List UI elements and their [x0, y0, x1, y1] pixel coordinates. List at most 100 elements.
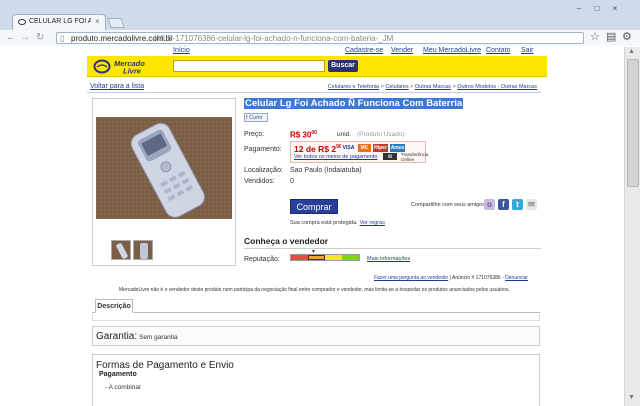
new-tab-button[interactable] [107, 18, 125, 28]
bookmark-star-icon[interactable]: ☆ [590, 31, 600, 44]
search-input[interactable] [173, 60, 325, 72]
reputation-segment-green [342, 255, 359, 260]
breadcrumb-item[interactable]: Outros Modelos - Outras Marcas [457, 84, 537, 90]
photo-thumbnail[interactable] [133, 240, 153, 260]
reputation-segment-yellow [325, 255, 342, 260]
search-button[interactable]: Buscar [328, 60, 358, 72]
url-path: /MLB-171076386-celular-lg-foi-achado-n-f… [154, 34, 394, 43]
tab-close-icon[interactable]: × [95, 17, 100, 26]
price-label: Preço: [244, 131, 265, 138]
product-gallery [92, 98, 236, 266]
warranty-title: Garantia: [96, 331, 138, 342]
tab-title: CELULAR LG FOI ACHADO [29, 18, 91, 25]
description-tabs: Descrição [92, 297, 540, 313]
facebook-share-icon[interactable]: f [498, 199, 509, 210]
buy-button[interactable]: Comprar [290, 199, 338, 214]
payment-box: 12 de R$ 290 Ver todos os meios de pagam… [290, 141, 429, 163]
price-condition: (Produto Usado) [357, 131, 405, 138]
reputation-label: Reputação: [244, 256, 280, 263]
browser-tab[interactable]: CELULAR LG FOI ACHADO × [12, 14, 106, 30]
warranty-section: Garantia: Sem garantia [92, 326, 540, 346]
payment-methods-link[interactable]: Ver todos os meios de pagamento [294, 154, 377, 160]
nav-sell[interactable]: Vender [391, 47, 413, 54]
breadcrumb-separator: > [410, 84, 414, 90]
nav-home[interactable]: Início [173, 47, 190, 54]
wrench-icon[interactable]: ⚙ [622, 31, 632, 44]
divider [244, 248, 541, 249]
breadcrumb-item[interactable]: Outras Marcas [415, 84, 451, 90]
purchase-protection: Sua compra está protegida. Ver regras [290, 220, 385, 226]
breadcrumb-item[interactable]: Celulares [385, 84, 408, 90]
product-photo[interactable] [96, 117, 232, 219]
price-cents: 00 [311, 130, 317, 136]
hipercard-icon: Hiper [373, 144, 388, 152]
installments-main: 12 de R$ 2 [294, 144, 337, 154]
page-menu-icon[interactable]: ▤ [606, 31, 616, 44]
facebook-like-button[interactable]: f Curtir [244, 113, 268, 122]
transfer-label: Transferência Online [401, 152, 429, 162]
scroll-down-icon[interactable]: ▼ [628, 394, 635, 401]
browser-toolbar: ← → ↻ ▯ produto.mercadolivre.com.br /MLB… [0, 30, 640, 46]
logo-text-2: Livre [123, 67, 141, 76]
payment-shipping-section: Formas de Pagamento e Envio Pagamento - … [92, 354, 540, 406]
breadcrumb: Celulares e Telefonia > Celulares > Outr… [328, 84, 537, 90]
breadcrumb-separator: > [380, 84, 384, 90]
share-label: Compartilhe com seus amigos: [411, 202, 487, 208]
sold-value: 0 [290, 178, 294, 185]
product-title: Celular Lg Foi Achado Ñ Funciona Com Bat… [244, 98, 464, 109]
nav-contact[interactable]: Contato [486, 47, 511, 54]
location-value: Sao Paulo (Indaiatuba) [290, 167, 362, 174]
reputation-bar [290, 254, 360, 261]
breadcrumb-item[interactable]: Celulares e Telefonia [328, 84, 379, 90]
forward-arrow-icon[interactable]: → [20, 32, 30, 44]
price-unit: unid. [337, 131, 352, 138]
rules-link[interactable]: Ver regras [360, 220, 385, 226]
address-bar[interactable]: ▯ produto.mercadolivre.com.br /MLB-17107… [56, 32, 584, 44]
bank-slip-icon: |||| [383, 153, 397, 160]
payment-shipping-title: Formas de Pagamento e Envio [96, 360, 234, 371]
page-icon: ▯ [60, 34, 65, 43]
tab-description[interactable]: Descrição [95, 299, 133, 313]
reputation-segment-red [291, 255, 308, 260]
report-link[interactable]: Denunciar [505, 275, 528, 281]
disclaimer: MercadoLivre não é o vendedor deste prod… [119, 287, 510, 293]
twitter-share-icon[interactable]: t [512, 199, 523, 210]
maximize-button[interactable]: □ [590, 4, 604, 14]
orkut-share-icon[interactable]: o [484, 199, 495, 210]
minimize-button[interactable]: – [572, 4, 586, 14]
description-body [92, 315, 540, 321]
reputation-segment-orange [308, 255, 325, 260]
nav-my-ml[interactable]: Meu MercadoLivre [423, 47, 481, 54]
more-info-link[interactable]: Mais informações [367, 256, 410, 262]
photo-thumbnail[interactable] [111, 240, 131, 260]
location-label: Localização: [244, 167, 283, 174]
scroll-up-icon[interactable]: ▲ [628, 48, 635, 55]
email-share-icon[interactable]: ✉ [526, 199, 537, 210]
seller-title: Conheça o vendedor [244, 236, 329, 246]
page-scrollbar[interactable]: ▲ ▼ [624, 47, 640, 406]
ask-seller-link[interactable]: Fazer uma pergunta ao vendedor [374, 275, 448, 281]
reload-icon[interactable]: ↻ [36, 32, 44, 44]
scroll-thumb[interactable] [627, 59, 639, 187]
ad-actions: Fazer uma pergunta ao vendedor | Anúncio… [374, 275, 528, 281]
mercadolivre-logo[interactable]: Mercado Livre [93, 58, 163, 75]
favicon-icon [18, 19, 26, 25]
installments: 12 de R$ 290 [294, 144, 342, 154]
breadcrumb-bar: Voltar para a lista Celulares e Telefoni… [87, 82, 541, 93]
payment-label: Pagamento: [244, 146, 282, 153]
price-main: R$ 30 [290, 130, 312, 140]
warranty-value: Sem garantia [139, 334, 178, 341]
protected-text: Sua compra está protegida. [290, 220, 358, 226]
nav-logout[interactable]: Sair [521, 47, 533, 54]
back-to-list-link[interactable]: Voltar para a lista [90, 83, 144, 90]
browser-chrome: CELULAR LG FOI ACHADO × – □ × ← → ↻ ▯ pr… [0, 0, 640, 46]
ad-number: Anúncio # 171076386 - [452, 275, 504, 281]
mastercard-icon: MC [358, 144, 371, 152]
like-label: Curtir [249, 115, 263, 121]
breadcrumb-separator: > [452, 84, 456, 90]
payment-subtitle: Pagamento [99, 371, 137, 378]
nav-register[interactable]: Cadastre-se [345, 47, 383, 54]
back-arrow-icon[interactable]: ← [6, 32, 16, 44]
close-window-button[interactable]: × [608, 4, 622, 14]
visa-card-icon: VISA [341, 144, 356, 152]
